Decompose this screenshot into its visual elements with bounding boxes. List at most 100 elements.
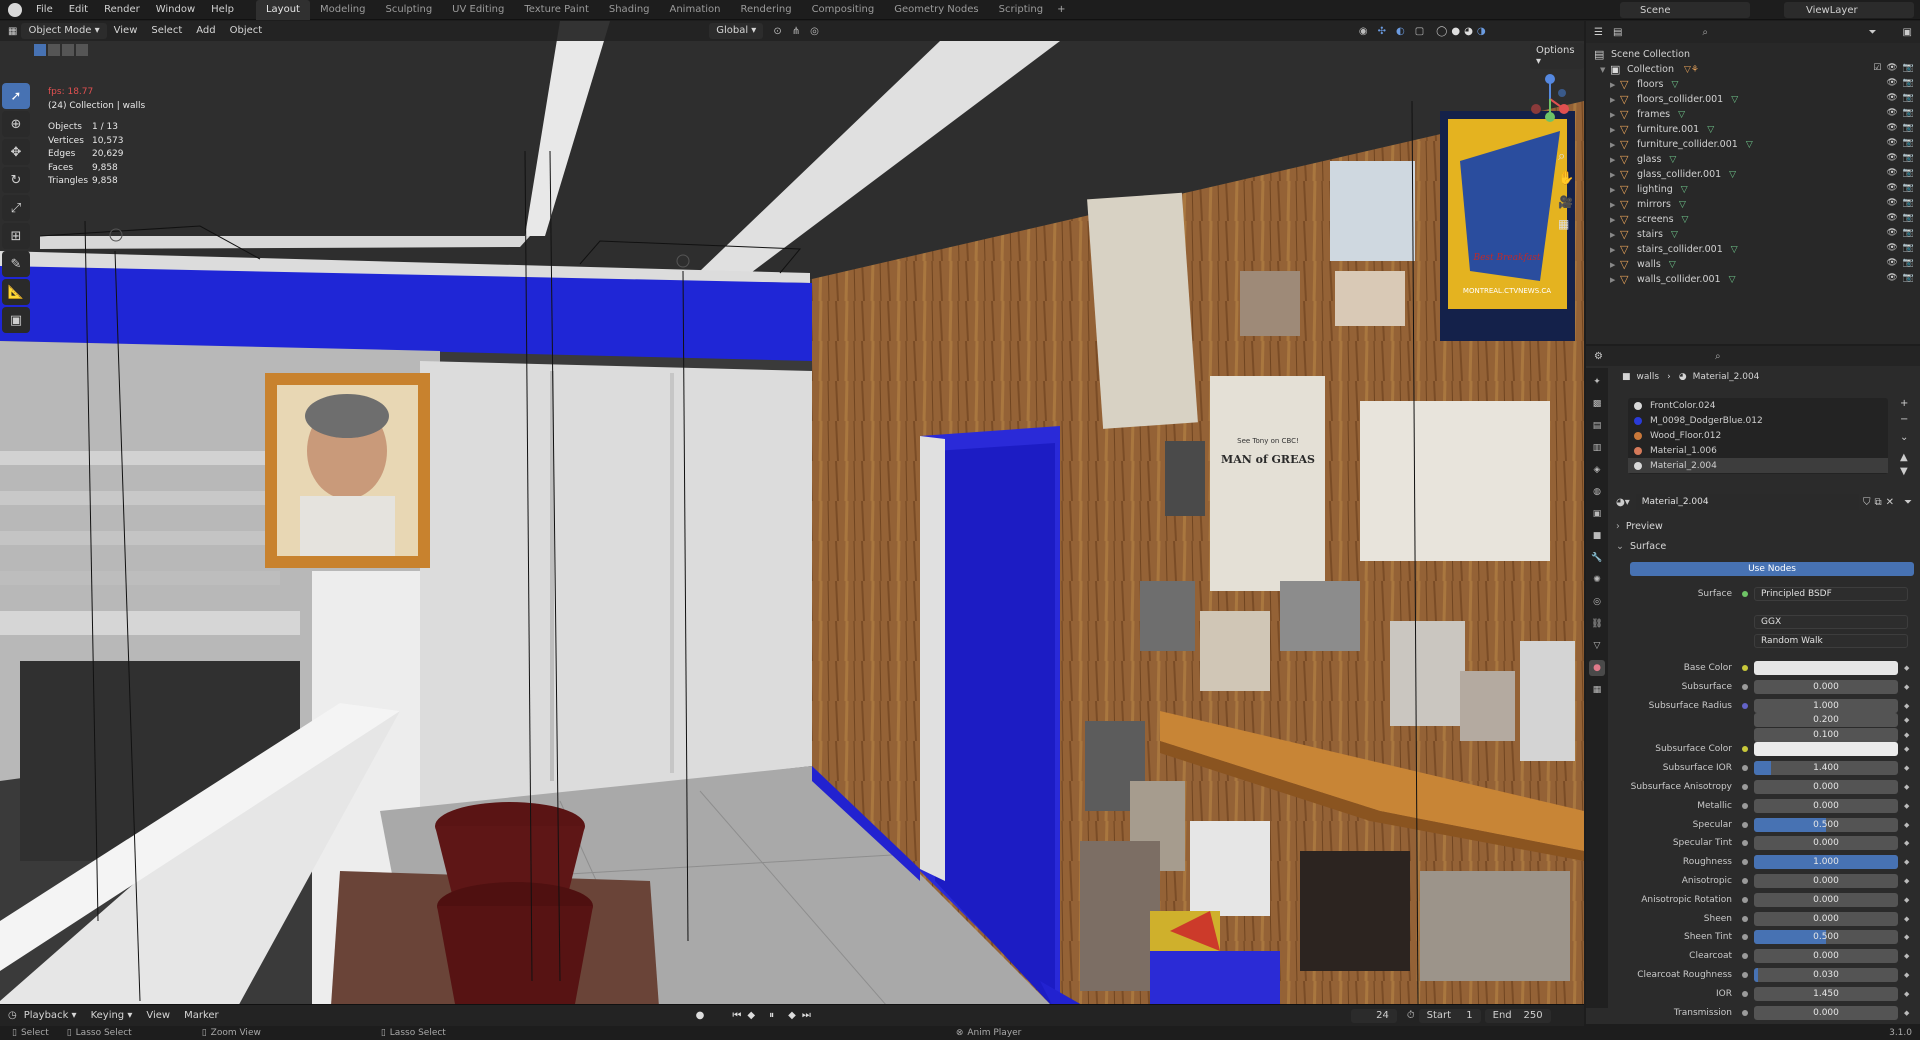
value-field[interactable]: 0.030 (1754, 968, 1898, 982)
subsurface-method-selector[interactable]: Random Walk (1754, 634, 1908, 648)
expand-icon[interactable]: ▶ (1610, 186, 1620, 194)
add-workspace-icon[interactable]: + (1057, 4, 1065, 15)
outliner-search-icon[interactable]: ⌕ (1702, 27, 1708, 38)
modifier-tab-icon[interactable]: 🔧 (1589, 550, 1605, 566)
expand-icon[interactable]: ▶ (1610, 141, 1620, 149)
material-name-field[interactable]: Material_2.004 (1635, 494, 1859, 510)
menu-render[interactable]: Render (96, 0, 148, 20)
select-extend-icon[interactable] (48, 44, 60, 56)
keyframe-dot-icon[interactable]: ◆ (1904, 896, 1909, 904)
mesh-data-icon[interactable]: ▽ (1678, 110, 1685, 120)
value-field[interactable]: 0.000 (1754, 949, 1898, 964)
socket-icon[interactable] (1742, 896, 1748, 903)
keyframe-dot-icon[interactable]: ◆ (1904, 764, 1909, 772)
expand-icon[interactable]: ▶ (1610, 201, 1620, 209)
camera-icon[interactable]: 📷 (1903, 273, 1914, 283)
outliner-item-frames[interactable]: ▶ ▽ frames ▽ 👁 📷 (1586, 107, 1920, 122)
tab-uv-editing[interactable]: UV Editing (442, 0, 514, 20)
eye-icon[interactable]: 👁 (1886, 123, 1897, 133)
keying-menu[interactable]: Keying ▾ (84, 1006, 140, 1026)
mesh-data-icon[interactable]: ▽ (1669, 155, 1676, 165)
scale-icon[interactable]: ⤢ (2, 195, 30, 221)
material-slot[interactable]: Wood_Floor.012 (1628, 428, 1888, 443)
add-cube-icon[interactable]: ▣ (2, 307, 30, 333)
value-field[interactable]: 0.000 (1754, 892, 1898, 907)
render-tab-icon[interactable]: ▩ (1589, 396, 1605, 412)
value-field[interactable]: 0.000 (1754, 836, 1898, 851)
ortho-toggle-icon[interactable]: ▦ (1558, 217, 1569, 231)
current-frame-field[interactable]: 24 (1350, 1008, 1397, 1023)
annotate-icon[interactable]: ✎ (2, 251, 30, 277)
tool-tab-icon[interactable]: ✦ (1589, 374, 1605, 390)
checkbox-icon[interactable]: ☑ (1873, 63, 1881, 73)
shading-material-icon[interactable]: ◕ (1464, 26, 1473, 37)
camera-icon[interactable]: 📷 (1903, 78, 1914, 88)
move-icon[interactable]: ✥ (2, 139, 30, 165)
socket-icon[interactable] (1742, 915, 1748, 922)
eye-icon[interactable]: 👁 (1886, 153, 1897, 163)
value-field[interactable]: 0.500 (1754, 817, 1898, 832)
zoom-view-icon[interactable]: ⌕ (1558, 149, 1565, 164)
outliner-item-floors-collider-001[interactable]: ▶ ▽ floors_collider.001 ▽ 👁 📷 (1586, 92, 1920, 107)
value-field[interactable]: 0.200 (1754, 713, 1898, 728)
camera-view-icon[interactable]: 🎥 (1558, 195, 1573, 209)
menu-window[interactable]: Window (148, 0, 203, 20)
menu-file[interactable]: File (28, 0, 61, 20)
properties-editor-icon[interactable]: ⚙ (1594, 351, 1603, 362)
physics-tab-icon[interactable]: ◎ (1589, 594, 1605, 610)
keyframe-dot-icon[interactable]: ◆ (1904, 877, 1909, 885)
tab-scripting[interactable]: Scripting (989, 0, 1053, 20)
end-frame-field[interactable]: End 250 (1484, 1008, 1551, 1023)
socket-icon[interactable] (1742, 972, 1748, 978)
transform-icon[interactable]: ⊞ (2, 223, 30, 249)
socket-icon[interactable] (1742, 784, 1748, 790)
socket-icon[interactable] (1742, 802, 1748, 809)
filter-icon[interactable]: ⏷ (1869, 27, 1877, 38)
expand-icon[interactable]: ▶ (1610, 111, 1620, 119)
eye-icon[interactable]: 👁 (1886, 168, 1897, 178)
eye-icon[interactable]: 👁 (1886, 258, 1897, 268)
eye-icon[interactable]: 👁 (1886, 198, 1897, 208)
socket-icon[interactable] (1742, 840, 1748, 847)
tab-texture-paint[interactable]: Texture Paint (514, 0, 599, 20)
keyframe-dot-icon[interactable]: ◆ (1904, 702, 1909, 710)
expand-icon[interactable]: ▶ (1610, 96, 1620, 104)
keyframe-prev-icon[interactable]: ◆ (747, 1010, 755, 1021)
start-frame-field[interactable]: Start 1 (1418, 1008, 1481, 1023)
expand-icon[interactable]: ▶ (1610, 231, 1620, 239)
outliner-item-walls-collider-001[interactable]: ▶ ▽ walls_collider.001 ▽ 👁 📷 (1586, 272, 1920, 287)
surface-panel-header[interactable]: ⌄ Surface (1616, 538, 1666, 554)
scene-collection-row[interactable]: ▤ Scene Collection (1586, 47, 1920, 62)
socket-icon[interactable] (1742, 1009, 1748, 1016)
expand-icon[interactable]: ▶ (1610, 216, 1620, 224)
camera-icon[interactable]: 📷 (1903, 168, 1914, 178)
slot-down-icon[interactable]: ▼ (1900, 466, 1908, 477)
tab-layout[interactable]: Layout (255, 0, 310, 20)
camera-icon[interactable]: 📷 (1903, 108, 1914, 118)
tab-shading[interactable]: Shading (599, 0, 660, 20)
world-tab-icon[interactable]: ◍ (1589, 484, 1605, 500)
outliner-item-furniture-collider-001[interactable]: ▶ ▽ furniture_collider.001 ▽ 👁 📷 (1586, 137, 1920, 152)
new-collection-icon[interactable]: ▣ (1903, 27, 1912, 38)
timeline-view-menu[interactable]: View (139, 1006, 177, 1026)
keyframe-dot-icon[interactable]: ◆ (1904, 745, 1909, 753)
surface-shader-selector[interactable]: Principled BSDF (1754, 587, 1908, 601)
expand-icon[interactable]: ▶ (1610, 171, 1620, 179)
keyframe-dot-icon[interactable]: ◆ (1904, 933, 1909, 941)
camera-icon[interactable]: 📷 (1903, 93, 1914, 103)
camera-icon[interactable]: 📷 (1903, 183, 1914, 193)
outliner-item-lighting[interactable]: ▶ ▽ lighting ▽ 👁 📷 (1586, 182, 1920, 197)
mesh-data-icon[interactable]: ▽ (1682, 215, 1689, 225)
outliner-editor-icon[interactable]: ☰ (1594, 27, 1603, 38)
eye-icon[interactable]: 👁 (1886, 108, 1897, 118)
select-intersect-icon[interactable] (76, 44, 88, 56)
material-slot[interactable]: Material_1.006 (1628, 443, 1888, 458)
options-button[interactable]: Options ▾ (1530, 43, 1584, 69)
collection-tab-icon[interactable]: ▣ (1589, 506, 1605, 522)
texture-tab-icon[interactable]: ▦ (1589, 682, 1605, 698)
overlay-toggle-icon[interactable]: ◐ (1396, 26, 1405, 37)
keyframe-dot-icon[interactable]: ◆ (1904, 783, 1909, 791)
rotate-icon[interactable]: ↻ (2, 167, 30, 193)
keyframe-dot-icon[interactable]: ◆ (1904, 858, 1909, 866)
collapse-icon[interactable]: ▼ (1600, 66, 1610, 74)
